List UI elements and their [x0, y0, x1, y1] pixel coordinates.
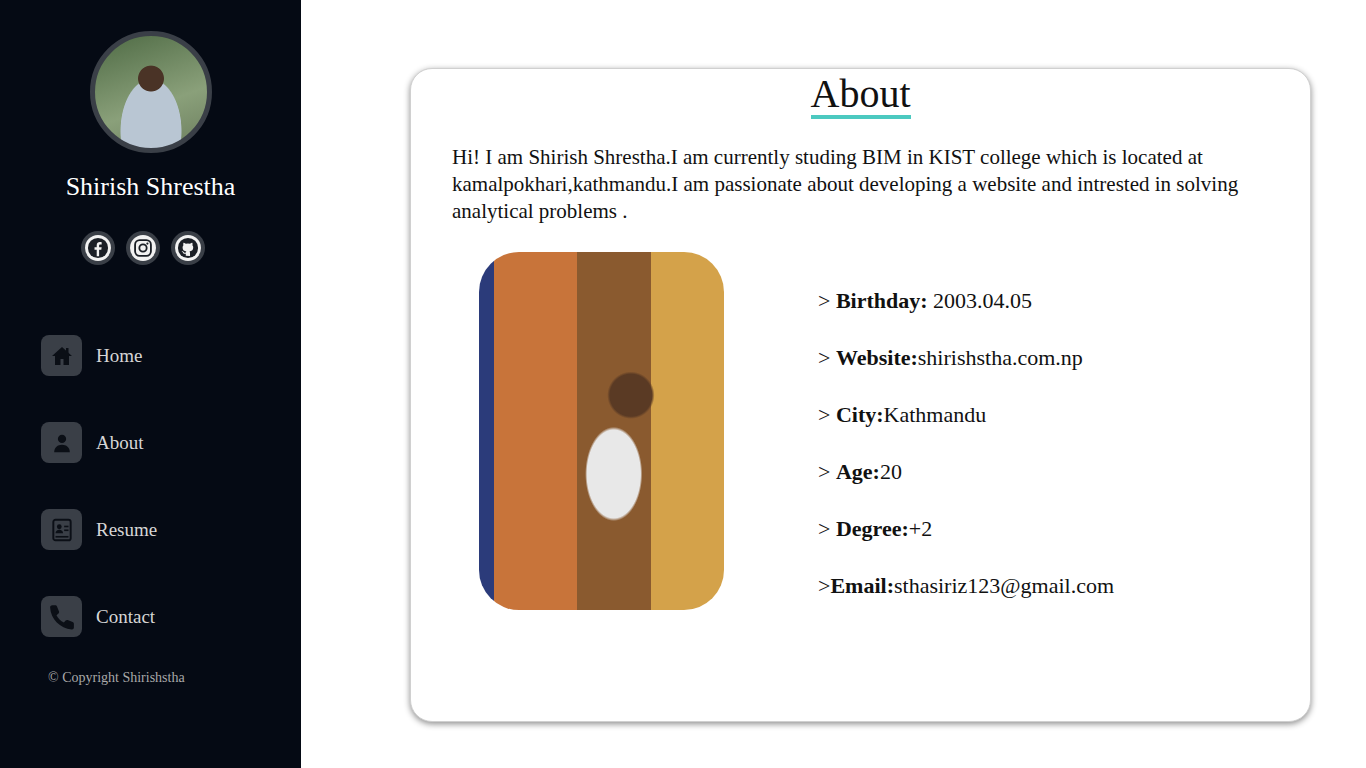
detail-prefix: > [818, 573, 830, 598]
detail-value: 20 [880, 459, 902, 484]
detail-label: Email: [830, 573, 894, 598]
facebook-icon [85, 235, 111, 261]
detail-label: City: [836, 402, 884, 427]
profile-name: Shirish Shrestha [0, 171, 301, 203]
about-card: About Hi! I am Shirish Shrestha.I am curr… [410, 68, 1311, 722]
detail-value: shirishstha.com.np [918, 345, 1083, 370]
detail-prefix: > [818, 402, 836, 427]
about-content: > Birthday: 2003.04.05> Website:shirishs… [411, 252, 1310, 614]
details-list: > Birthday: 2003.04.05> Website:shirishs… [818, 252, 1114, 614]
nav-item[interactable]: Contact [41, 596, 301, 637]
section-title: About [811, 73, 911, 119]
profile-photo [90, 31, 212, 153]
copyright-text: © Copyright Shirishstha [0, 670, 301, 686]
detail-value: Kathmandu [884, 402, 987, 427]
detail-prefix: > [818, 516, 836, 541]
social-button[interactable] [126, 231, 160, 265]
home-icon [41, 335, 82, 376]
detail-row: >Email:sthasiriz123@gmail.com [818, 557, 1114, 614]
detail-value: 2003.04.05 [928, 288, 1033, 313]
detail-prefix: > [818, 345, 836, 370]
sidebar: Shirish Shrestha Home About Resume Contact © … [0, 0, 301, 768]
nav-item[interactable]: About [41, 422, 301, 463]
detail-prefix: > [818, 459, 836, 484]
detail-value: +2 [909, 516, 932, 541]
social-button[interactable] [171, 231, 205, 265]
social-links [0, 231, 301, 265]
detail-row: > Birthday: 2003.04.05 [818, 272, 1114, 329]
nav-label: About [96, 432, 144, 454]
phone-icon [41, 596, 82, 637]
nav-label: Contact [96, 606, 155, 628]
detail-label: Age: [836, 459, 880, 484]
about-photo [479, 252, 724, 610]
detail-value: sthasiriz123@gmail.com [894, 573, 1114, 598]
main-area: About Hi! I am Shirish Shrestha.I am curr… [301, 0, 1366, 768]
social-button[interactable] [81, 231, 115, 265]
detail-row: > Age:20 [818, 443, 1114, 500]
detail-row: > Website:shirishstha.com.np [818, 329, 1114, 386]
person-icon [41, 422, 82, 463]
detail-label: Degree: [836, 516, 909, 541]
detail-label: Website: [836, 345, 918, 370]
nav-label: Resume [96, 519, 157, 541]
detail-row: > Degree:+2 [818, 500, 1114, 557]
resume-icon [41, 509, 82, 550]
nav-item[interactable]: Home [41, 335, 301, 376]
title-row: About [411, 69, 1310, 119]
nav-menu: Home About Resume Contact [0, 335, 301, 637]
nav-item[interactable]: Resume [41, 509, 301, 550]
detail-row: > City:Kathmandu [818, 386, 1114, 443]
github-icon [175, 235, 201, 261]
detail-label: Birthday: [836, 288, 928, 313]
intro-text: Hi! I am Shirish Shrestha.I am currently… [452, 144, 1290, 225]
detail-prefix: > [818, 288, 836, 313]
avatar-container [0, 31, 301, 153]
nav-label: Home [96, 345, 142, 367]
instagram-icon [130, 235, 156, 261]
